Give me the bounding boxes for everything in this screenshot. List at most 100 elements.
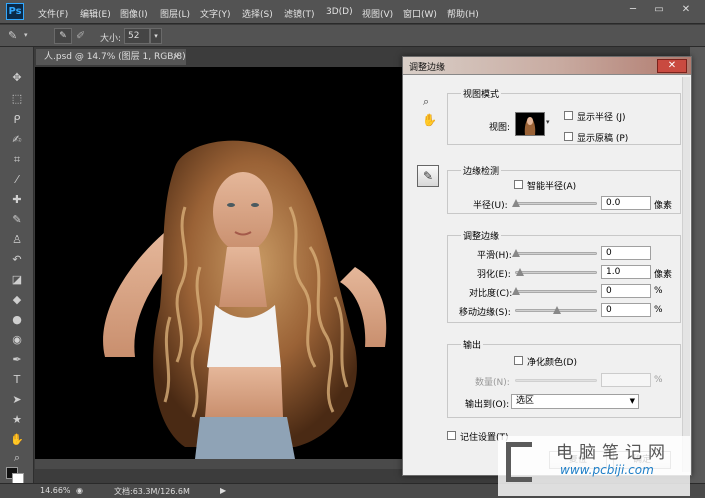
dodge-tool-icon[interactable]: ◉ <box>9 333 25 347</box>
radius-input[interactable]: 0.0 <box>601 196 651 210</box>
brush-tool-icon[interactable]: ✎ <box>8 29 17 42</box>
menu-edit[interactable]: 编辑(E) <box>80 7 111 20</box>
tab-close-icon[interactable]: × <box>172 49 180 65</box>
output-title: 输出 <box>461 338 484 351</box>
move-tool-icon[interactable]: ✥ <box>9 71 25 85</box>
radius-unit: 像素 <box>654 201 673 211</box>
smart-radius-label: 智能半径(A) <box>527 182 577 192</box>
show-radius-checkbox[interactable] <box>564 111 573 120</box>
minimize-icon[interactable]: ─ <box>626 4 640 16</box>
dialog-title: 调整边缘 <box>409 63 446 73</box>
photo-woman-curly-hair <box>103 140 387 459</box>
menu-file[interactable]: 文件(F) <box>38 7 68 20</box>
menu-layer[interactable]: 图层(L) <box>160 7 190 20</box>
remember-settings-checkbox[interactable] <box>447 431 456 440</box>
horizontal-scrollbar[interactable] <box>35 459 405 469</box>
show-original-checkbox[interactable] <box>564 132 573 141</box>
pen-tool-icon[interactable]: ✒ <box>9 353 25 367</box>
history-brush-tool-icon[interactable]: ↶ <box>9 253 25 267</box>
hand-icon[interactable]: ✋ <box>422 113 437 127</box>
dialog-close-button[interactable]: ✕ <box>657 59 687 73</box>
shift-edge-label: 移动边缘(S): <box>459 308 511 318</box>
view-dropdown-icon[interactable]: ▾ <box>546 118 550 126</box>
watermark: 电脑笔记网 www.pcbiji.com <box>498 436 690 496</box>
zoom-level[interactable]: 14.66% <box>40 486 71 495</box>
refine-radius-tool-icon[interactable]: ✎ <box>54 28 72 44</box>
menu-window[interactable]: 窗口(W) <box>403 7 437 20</box>
shift-edge-slider[interactable] <box>515 306 597 314</box>
status-options-icon[interactable]: ◉ <box>76 486 83 495</box>
smooth-slider-thumb[interactable] <box>512 249 520 257</box>
smart-radius-checkbox[interactable] <box>514 180 523 189</box>
shift-edge-slider-thumb[interactable] <box>553 306 561 314</box>
blur-tool-icon[interactable]: ● <box>9 313 25 327</box>
zoom-tool-icon[interactable]: ⌕ <box>9 451 25 465</box>
path-select-tool-icon[interactable]: ➤ <box>9 393 25 407</box>
size-input[interactable]: 52 <box>124 28 150 44</box>
edge-detection-title: 边缘检测 <box>461 164 502 177</box>
shift-edge-input[interactable]: 0 <box>601 303 651 317</box>
amount-unit: % <box>654 375 663 385</box>
feather-slider[interactable] <box>515 268 597 276</box>
menu-view[interactable]: 视图(V) <box>362 7 393 20</box>
menu-filter[interactable]: 滤镜(T) <box>284 7 315 20</box>
quick-select-tool-icon[interactable]: ✍ <box>9 133 25 147</box>
size-dropdown-icon[interactable]: ▾ <box>150 28 162 44</box>
dialog-scrollbar[interactable] <box>682 77 690 472</box>
document-tab-title: 人.psd @ 14.7% (图层 1, RGB/8) <box>44 52 186 62</box>
radius-label: 半径(U): <box>473 201 508 211</box>
smooth-slider[interactable] <box>512 249 597 257</box>
eyedropper-tool-icon[interactable]: ⁄ <box>9 173 25 187</box>
decontaminate-checkbox[interactable] <box>514 356 523 365</box>
paint-bucket-tool-icon[interactable]: ◆ <box>9 293 25 307</box>
brush-tool-icon[interactable]: ✎ <box>9 213 25 227</box>
maximize-icon[interactable]: ▭ <box>652 4 666 16</box>
view-thumbnail[interactable] <box>515 112 545 136</box>
contrast-unit: % <box>654 286 663 296</box>
clone-stamp-tool-icon[interactable]: ♙ <box>9 233 25 247</box>
refine-radius-tool-button[interactable]: ✎ <box>417 165 439 187</box>
contrast-slider[interactable] <box>512 287 597 295</box>
feather-unit: 像素 <box>654 270 673 280</box>
shape-tool-icon[interactable]: ★ <box>9 413 25 427</box>
output-to-select[interactable]: 选区 ▼ <box>511 394 639 409</box>
toolbox: ✥ ⬚ ᑭ ✍ ⌗ ⁄ ✚ ✎ ♙ ↶ ◪ ◆ ● ◉ ✒ T ➤ ★ ✋ ⌕ <box>0 47 34 485</box>
output-to-label: 输出到(O): <box>465 400 510 410</box>
amount-input <box>601 373 651 387</box>
adjust-edge-title: 调整边缘 <box>461 229 502 242</box>
type-tool-icon[interactable]: T <box>9 373 25 387</box>
view-thumbnail-icon <box>524 117 536 135</box>
size-label: 大小: <box>100 34 122 44</box>
shift-edge-unit: % <box>654 305 663 315</box>
lasso-tool-icon[interactable]: ᑭ <box>9 113 25 127</box>
radius-slider[interactable] <box>512 199 597 207</box>
canvas[interactable] <box>35 67 405 459</box>
hand-tool-icon[interactable]: ✋ <box>9 433 25 447</box>
dialog-titlebar[interactable]: 调整边缘 ✕ <box>403 57 691 75</box>
menu-type[interactable]: 文字(Y) <box>200 7 231 20</box>
eraser-tool-icon[interactable]: ◪ <box>9 273 25 287</box>
watermark-title: 电脑笔记网 <box>556 443 671 463</box>
menu-3d[interactable]: 3D(D) <box>326 7 353 17</box>
menu-image[interactable]: 图像(I) <box>120 7 148 20</box>
radius-slider-thumb[interactable] <box>512 199 520 207</box>
menu-help[interactable]: 帮助(H) <box>447 7 479 20</box>
zoom-icon[interactable]: ⌕ <box>423 95 429 109</box>
show-radius-label: 显示半径 (J) <box>577 113 626 123</box>
menu-select[interactable]: 选择(S) <box>242 7 273 20</box>
smooth-input[interactable]: 0 <box>601 246 651 260</box>
feather-slider-thumb[interactable] <box>516 268 524 276</box>
show-original-label: 显示原稿 (P) <box>577 134 629 144</box>
close-icon[interactable]: ✕ <box>679 4 693 16</box>
crop-tool-icon[interactable]: ⌗ <box>9 153 25 167</box>
erase-refinements-icon[interactable]: ✐ <box>76 29 85 42</box>
status-arrow-icon[interactable]: ▶ <box>220 486 226 495</box>
document-tab[interactable]: 人.psd @ 14.7% (图层 1, RGB/8) × <box>36 49 186 65</box>
contrast-slider-thumb[interactable] <box>512 287 520 295</box>
feather-input[interactable]: 1.0 <box>601 265 651 279</box>
chevron-down-icon[interactable]: ▾ <box>24 31 28 39</box>
marquee-tool-icon[interactable]: ⬚ <box>9 92 25 106</box>
healing-brush-tool-icon[interactable]: ✚ <box>9 193 25 207</box>
contrast-input[interactable]: 0 <box>601 284 651 298</box>
ps-logo: Ps <box>6 3 24 20</box>
